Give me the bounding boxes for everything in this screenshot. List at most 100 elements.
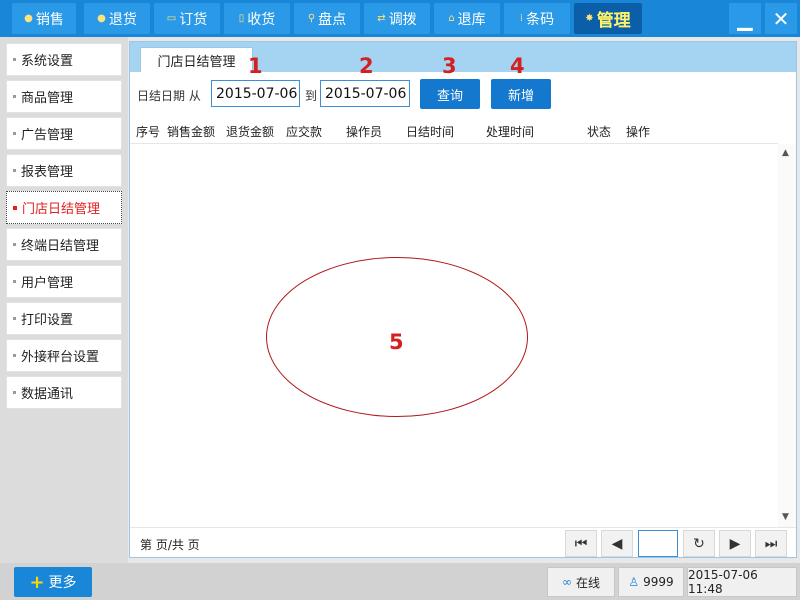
- link-icon: ∞: [561, 575, 572, 589]
- document-icon: ▯: [238, 13, 245, 24]
- nav-transfer-button[interactable]: ⇄ 调拨: [364, 3, 430, 34]
- sidebar-item-report-management[interactable]: 报表管理: [6, 154, 122, 187]
- nav-label: 条码: [526, 11, 555, 28]
- sidebar-item-system-settings[interactable]: 系统设置: [6, 43, 122, 76]
- nav-label: 订货: [179, 11, 208, 28]
- date-to-input[interactable]: [320, 80, 410, 107]
- sidebar-item-scale-settings[interactable]: 外接秤台设置: [6, 339, 122, 372]
- column-header: 状态: [587, 125, 612, 139]
- nav-sales-button[interactable]: ● 销售: [12, 3, 76, 34]
- nav-label: 调拨: [388, 11, 417, 28]
- nav-receive-button[interactable]: ▯ 收货: [224, 3, 290, 34]
- main-panel: 门店日结管理 日结日期 从 到 查询 新增 1 2 3 4 序号 销售金额 退货…: [129, 41, 797, 558]
- date-from-input[interactable]: [211, 80, 300, 107]
- query-button[interactable]: 查询: [420, 79, 480, 109]
- annotation-2: 2: [359, 54, 374, 78]
- column-header: 销售金额: [167, 125, 216, 139]
- nav-label: 管理: [596, 11, 631, 31]
- prev-page-icon: ◀: [611, 535, 623, 552]
- nav-label: 盘点: [318, 11, 347, 28]
- sidebar-item-label: 报表管理: [21, 165, 74, 180]
- scroll-up-icon[interactable]: ▲: [782, 148, 789, 158]
- sidebar-item-terminal-daily-settlement[interactable]: 终端日结管理: [6, 228, 122, 261]
- top-nav-bar: ● 销售 ● 退货 ▭ 订货 ▯ 收货 ⚲ 盘点 ⇄ 调拨 ⌂ 退库 ⁞ 条码 ✸ 管理 ▁ ✕: [0, 0, 800, 37]
- nav-inventory-button[interactable]: ⚲ 盘点: [294, 3, 360, 34]
- user-id: 9999: [643, 575, 674, 589]
- last-page-icon: ⏭: [764, 535, 778, 552]
- user-icon: ♙: [628, 575, 640, 589]
- column-header: 操作: [626, 125, 651, 139]
- bullet-icon: [13, 243, 16, 246]
- sidebar-item-label: 数据通讯: [21, 387, 74, 402]
- tab-store-daily-settlement[interactable]: 门店日结管理: [140, 47, 253, 72]
- column-header: 序号: [136, 125, 161, 139]
- sidebar-item-data-communication[interactable]: 数据通讯: [6, 376, 122, 409]
- sidebar-item-label: 终端日结管理: [21, 239, 100, 254]
- nav-order-button[interactable]: ▭ 订货: [154, 3, 220, 34]
- sidebar-item-label: 门店日结管理: [22, 202, 101, 217]
- vertical-scrollbar[interactable]: ▲ ▼: [778, 144, 796, 527]
- prev-page-button[interactable]: ◀: [601, 530, 633, 557]
- refresh-button[interactable]: ↻: [683, 530, 715, 557]
- sidebar-item-label: 外接秤台设置: [21, 350, 100, 365]
- close-icon: ✕: [772, 6, 790, 31]
- nav-manage-button[interactable]: ✸ 管理: [574, 3, 642, 34]
- sidebar: 系统设置 商品管理 广告管理 报表管理 门店日结管理 终端日结管理 用户管理 打…: [0, 37, 128, 563]
- sidebar-item-label: 商品管理: [21, 91, 74, 106]
- nav-return-stock-button[interactable]: ⌂ 退库: [434, 3, 500, 34]
- bullet-icon: [13, 95, 16, 98]
- more-button[interactable]: + 更多: [14, 567, 92, 597]
- sidebar-item-print-settings[interactable]: 打印设置: [6, 302, 122, 335]
- column-header: 日结时间: [406, 125, 455, 139]
- close-button[interactable]: ✕: [765, 3, 797, 34]
- status-bar: + 更多 ∞ 在线 ♙ 9999 2015-07-06 11:48: [0, 563, 800, 600]
- last-page-button[interactable]: ⏭: [755, 530, 787, 557]
- sidebar-item-label: 打印设置: [21, 313, 74, 328]
- home-icon: ⌂: [448, 13, 455, 24]
- plus-icon: +: [29, 571, 45, 593]
- nav-return-button[interactable]: ● 退货: [84, 3, 150, 34]
- bullet-icon: [13, 58, 16, 61]
- user-status: ♙ 9999: [618, 567, 684, 597]
- annotation-3: 3: [442, 54, 457, 78]
- page-number-input[interactable]: [638, 530, 678, 557]
- bullet-icon: [13, 205, 17, 210]
- sidebar-item-user-management[interactable]: 用户管理: [6, 265, 122, 298]
- sidebar-item-label: 用户管理: [21, 276, 74, 291]
- sidebar-item-product-management[interactable]: 商品管理: [6, 80, 122, 113]
- online-label: 在线: [575, 575, 600, 590]
- dot-icon: ●: [24, 13, 33, 24]
- tab-strip: 门店日结管理: [130, 42, 796, 72]
- sidebar-item-label: 广告管理: [21, 128, 74, 143]
- settlement-date-label: 日结日期 从: [137, 89, 201, 103]
- minimize-icon: ▁: [737, 6, 753, 31]
- annotation-5: 5: [389, 330, 404, 354]
- date-to-label: 到: [305, 89, 318, 103]
- nav-label: 销售: [35, 11, 64, 28]
- refresh-icon: ↻: [693, 535, 705, 552]
- scroll-down-icon[interactable]: ▼: [782, 512, 789, 522]
- bullet-icon: [13, 132, 16, 135]
- pagination-bar: 第 页/共 页 ⏮ ◀ ↻ ▶ ⏭: [130, 527, 796, 557]
- page-info: 第 页/共 页: [140, 538, 200, 552]
- annotation-1: 1: [248, 54, 263, 78]
- sidebar-item-store-daily-settlement[interactable]: 门店日结管理: [6, 191, 122, 224]
- sidebar-item-ad-management[interactable]: 广告管理: [6, 117, 122, 150]
- first-page-icon: ⏮: [574, 535, 588, 552]
- datetime-display: 2015-07-06 11:48: [687, 567, 797, 597]
- magnifier-icon: ⚲: [307, 13, 316, 24]
- next-page-button[interactable]: ▶: [719, 530, 751, 557]
- more-label: 更多: [48, 575, 77, 591]
- minimize-button[interactable]: ▁: [729, 3, 761, 34]
- bullet-icon: [13, 280, 16, 283]
- first-page-button[interactable]: ⏮: [565, 530, 597, 557]
- swap-arrows-icon: ⇄: [377, 13, 386, 24]
- nav-barcode-button[interactable]: ⁞ 条码: [504, 3, 570, 34]
- bullet-icon: [13, 391, 16, 394]
- annotation-4: 4: [510, 54, 525, 78]
- bullet-icon: [13, 169, 16, 172]
- barcode-icon: ⁞: [519, 13, 524, 24]
- table-header: 序号 销售金额 退货金额 应交款 操作员 日结时间 处理时间 状态 操作: [130, 116, 778, 144]
- add-button[interactable]: 新增: [491, 79, 551, 109]
- chat-icon: ▭: [166, 13, 177, 24]
